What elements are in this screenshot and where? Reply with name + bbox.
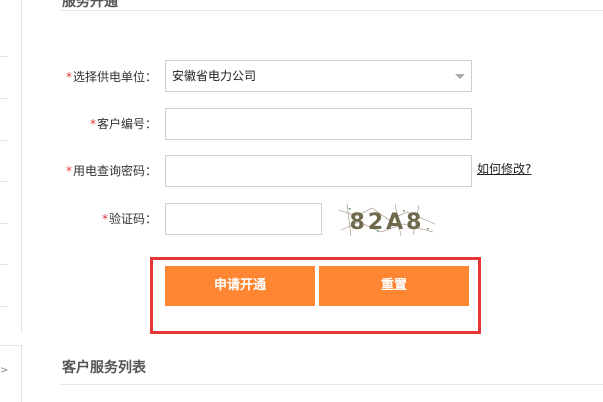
supplier-select-value: 安徽省电力公司 bbox=[172, 69, 257, 83]
supplier-label-text: 选择供电单位： bbox=[72, 70, 157, 84]
sidebar-separator bbox=[0, 264, 8, 265]
captcha-input[interactable] bbox=[165, 203, 322, 235]
section-divider bbox=[60, 384, 603, 385]
captcha-image[interactable]: 82A8 bbox=[337, 202, 437, 238]
required-mark: * bbox=[101, 212, 108, 226]
chevron-right-icon[interactable]: > bbox=[0, 365, 8, 376]
customer-no-label: *客户编号： bbox=[90, 107, 157, 141]
captcha-label-text: 验证码： bbox=[108, 212, 157, 226]
form-row-captcha: *验证码： bbox=[0, 202, 603, 236]
customer-no-label-text: 客户编号： bbox=[96, 117, 157, 131]
section-divider bbox=[60, 10, 603, 11]
supplier-label: *选择供电单位： bbox=[66, 60, 157, 94]
supplier-select[interactable]: 安徽省电力公司 bbox=[165, 60, 472, 92]
apply-open-button[interactable]: 申请开通 bbox=[165, 266, 315, 306]
sidebar-separator bbox=[0, 98, 8, 99]
how-to-change-link[interactable]: 如何修改? bbox=[477, 154, 531, 184]
query-password-label-text: 用电查询密码： bbox=[72, 164, 157, 178]
sidebar-separator bbox=[0, 306, 8, 307]
sidebar-separator bbox=[0, 56, 8, 57]
required-mark: * bbox=[65, 164, 72, 178]
customer-service-list-title: 客户服务列表 bbox=[62, 360, 146, 376]
form-row-customer-no: *客户编号： bbox=[0, 107, 603, 141]
form-row-supplier: *选择供电单位： 安徽省电力公司 bbox=[0, 60, 603, 94]
required-mark: * bbox=[65, 70, 72, 84]
customer-no-input[interactable] bbox=[165, 108, 472, 140]
query-password-input[interactable] bbox=[165, 155, 472, 187]
captcha-label: *验证码： bbox=[102, 202, 157, 236]
chevron-down-icon bbox=[455, 74, 465, 79]
required-mark: * bbox=[89, 117, 96, 131]
form-row-query-password: *用电查询密码： 如何修改? bbox=[0, 154, 603, 188]
reset-button[interactable]: 重置 bbox=[319, 266, 469, 306]
captcha-text: 82A8 bbox=[350, 210, 425, 235]
query-password-label: *用电查询密码： bbox=[66, 154, 157, 188]
